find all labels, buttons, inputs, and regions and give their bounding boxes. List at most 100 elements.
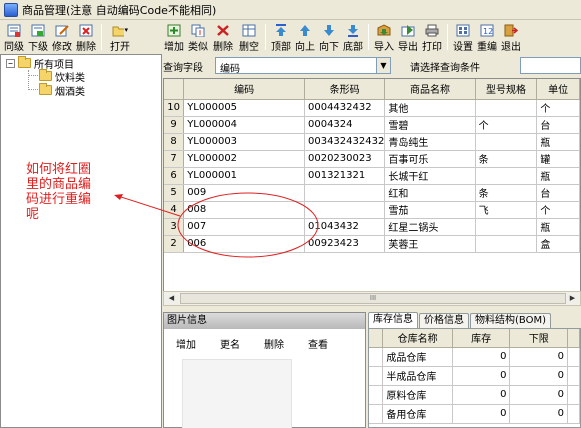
stock-row[interactable]: 原料仓库 0 0 [369,385,580,405]
query-condition-input[interactable] [520,57,581,74]
clear-button[interactable]: 删空 [236,21,262,53]
move-down-button[interactable]: 向下 [317,21,341,53]
tree-node-beverages[interactable]: 饮料类 [39,69,85,84]
stock-row-marker[interactable] [369,347,384,367]
unit-cell[interactable]: 罐 [536,150,580,168]
spec-cell[interactable] [475,167,538,185]
stock-extra-cell[interactable] [567,385,580,405]
stock-column-warehouse[interactable]: 仓库名称 [382,329,453,348]
row-number-cell[interactable]: 8 [164,133,185,151]
stock-qty-cell[interactable]: 0 [452,385,511,405]
spec-cell[interactable] [475,99,538,117]
horizontal-scrollbar[interactable]: ◀ III ▶ [163,291,581,306]
scroll-right-icon[interactable]: ▶ [566,293,579,304]
unit-cell[interactable]: 个 [536,201,580,219]
code-cell[interactable]: 008 [183,201,305,219]
move-bottom-button[interactable]: 底部 [341,21,365,53]
name-cell[interactable]: 青岛纯生 [384,133,476,151]
spec-cell[interactable]: 飞 [475,201,538,219]
spec-cell[interactable]: 个 [475,116,538,134]
image-rename-button[interactable]: 更名 [208,336,252,351]
renumber-button[interactable]: 12 重编 [475,21,499,53]
row-number-cell[interactable]: 5 [164,184,185,202]
code-cell[interactable]: YL000004 [183,116,305,134]
name-cell[interactable]: 百事可乐 [384,150,476,168]
add-sibling-button[interactable]: 同级 [2,21,26,53]
tab-bom[interactable]: 物料结构(BOM) [470,313,551,328]
unit-cell[interactable]: 台 [536,116,580,134]
spec-cell[interactable] [475,235,538,253]
move-up-button[interactable]: 向上 [293,21,317,53]
code-cell[interactable]: YL000003 [183,133,305,151]
name-cell[interactable]: 雪碧 [384,116,476,134]
table-row[interactable]: 8 YL000003 003432432432 青岛纯生 瓶 [164,133,580,151]
code-cell[interactable]: YL000001 [183,167,305,185]
row-number-cell[interactable]: 10 [164,99,185,117]
table-row[interactable]: 6 YL000001 001321321 长城干红 瓶 [164,167,580,185]
stock-row-marker[interactable] [369,404,384,424]
stock-warehouse-cell[interactable]: 半成品仓库 [382,366,453,386]
barcode-cell[interactable]: 0020230023 [304,150,386,168]
table-row[interactable]: 2 006 00923423 芙蓉王 盒 [164,235,580,253]
print-button[interactable]: 打印 [420,21,444,53]
barcode-cell[interactable]: 00923423 [304,235,386,253]
unit-cell[interactable]: 盒 [536,235,580,253]
stock-qty-cell[interactable]: 0 [452,347,511,367]
delete-button[interactable]: 删除 [210,21,236,53]
stock-row[interactable]: 成品仓库 0 0 [369,347,580,367]
unit-cell[interactable]: 瓶 [536,167,580,185]
stock-column-min[interactable]: 下限 [509,329,569,348]
column-header-barcode[interactable]: 条形码 [304,79,386,100]
name-cell[interactable]: 芙蓉王 [384,235,476,253]
barcode-cell[interactable]: 01043432 [304,218,386,236]
stock-extra-cell[interactable] [567,366,580,386]
name-cell[interactable]: 红和 [384,184,476,202]
barcode-cell[interactable]: 0004324 [304,116,386,134]
stock-min-cell[interactable]: 0 [509,385,569,405]
spec-cell[interactable]: 条 [475,184,538,202]
stock-min-cell[interactable]: 0 [509,404,569,424]
stock-min-cell[interactable]: 0 [509,366,569,386]
stock-extra-cell[interactable] [567,347,580,367]
table-row[interactable]: 4 008 雪茄飞个 [164,201,580,219]
open-button[interactable]: ▾ 打开 [105,21,135,53]
stock-extra-cell[interactable] [567,404,580,424]
exit-button[interactable]: 退出 [499,21,523,53]
settings-button[interactable]: 设置 [451,21,475,53]
image-delete-button[interactable]: 删除 [252,336,296,351]
barcode-cell[interactable] [304,201,386,219]
tab-price[interactable]: 价格信息 [419,313,469,328]
column-header-code[interactable]: 编码 [183,79,305,100]
column-header-name[interactable]: 商品名称 [384,79,476,100]
row-number-cell[interactable]: 6 [164,167,185,185]
stock-qty-cell[interactable]: 0 [452,366,511,386]
add-button[interactable]: 增加 [162,21,186,53]
spec-cell[interactable] [475,133,538,151]
edit-button[interactable]: 修改 [50,21,74,53]
unit-cell[interactable]: 瓶 [536,133,580,151]
column-header-unit[interactable]: 单位 [536,79,580,100]
row-number-cell[interactable]: 2 [164,235,185,253]
name-cell[interactable]: 其他 [384,99,476,117]
image-view-button[interactable]: 查看 [296,336,340,351]
row-number-cell[interactable]: 9 [164,116,185,134]
name-cell[interactable]: 长城干红 [384,167,476,185]
scroll-thumb[interactable]: III [180,293,566,304]
code-cell[interactable]: 009 [183,184,305,202]
add-child-button[interactable]: 下级 [26,21,50,53]
row-number-cell[interactable]: 7 [164,150,185,168]
tree-node-tobacco-liquor[interactable]: 烟酒类 [39,83,85,98]
unit-cell[interactable]: 瓶 [536,218,580,236]
stock-row-marker[interactable] [369,366,384,386]
column-header-spec[interactable]: 型号规格 [475,79,538,100]
stock-warehouse-cell[interactable]: 原料仓库 [382,385,453,405]
stock-warehouse-cell[interactable]: 备用仓库 [382,404,453,424]
unit-cell[interactable]: 个 [536,99,580,117]
barcode-cell[interactable]: 001321321 [304,167,386,185]
stock-min-cell[interactable]: 0 [509,347,569,367]
barcode-cell[interactable]: 003432432432 [304,133,386,151]
copy-button[interactable]: 类似 [186,21,210,53]
stock-qty-cell[interactable]: 0 [452,404,511,424]
spec-cell[interactable] [475,218,538,236]
code-cell[interactable]: YL000002 [183,150,305,168]
